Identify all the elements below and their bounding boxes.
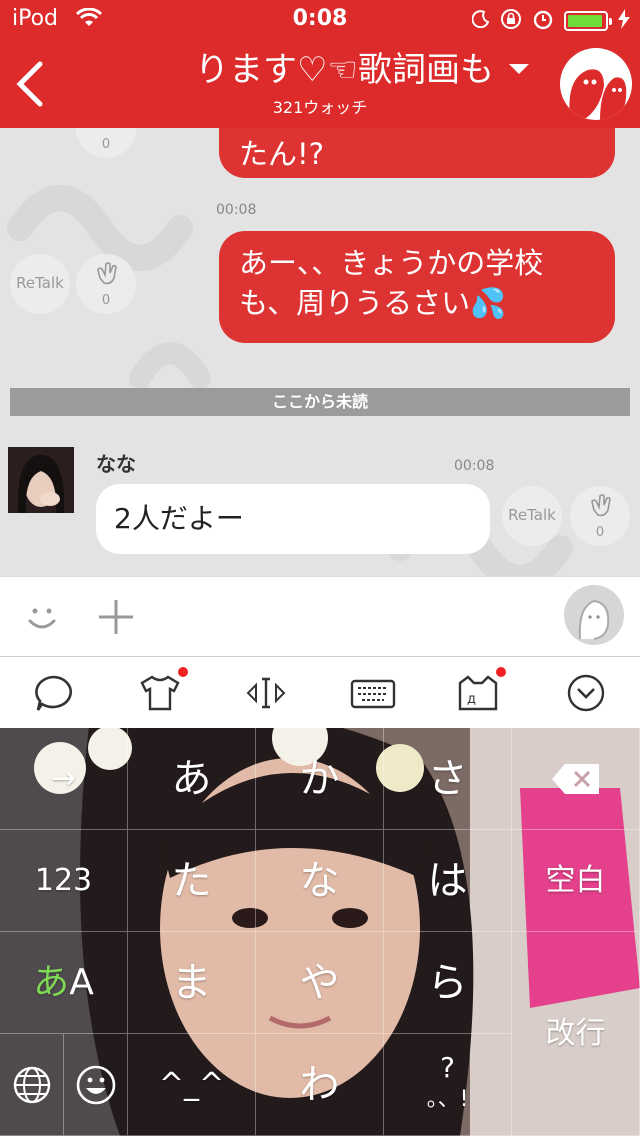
retalk-button[interactable]: ReTalk (10, 254, 70, 314)
key-na[interactable]: な (256, 830, 384, 932)
status-bar: iPod 0:08 (0, 0, 640, 40)
key-sa[interactable]: さ (384, 728, 512, 830)
clap-reaction[interactable]: 0 (76, 254, 136, 314)
cat-face-icon[interactable]: д (456, 667, 506, 713)
globe-icon (13, 1066, 50, 1104)
numbers-key[interactable]: 123 (0, 830, 128, 932)
header: iPod 0:08 ります♡☜歌詞画も 321ウォッチ (0, 0, 640, 128)
status-right (471, 8, 630, 34)
keyboard-icon[interactable] (350, 673, 396, 713)
key-ma[interactable]: ま (128, 932, 256, 1034)
chevron-left-icon (16, 61, 43, 107)
keyboard: → あ か さ 123 た な は 空白 あA ま や ら 改行 ^_^ わ ?… (0, 728, 640, 1136)
message-time: 00:08 (216, 202, 257, 218)
notification-dot (496, 667, 506, 677)
nav-title[interactable]: ります♡☜歌詞画も (140, 48, 490, 92)
message-text: たん!? (239, 137, 325, 171)
clap-count: 0 (101, 293, 111, 308)
key-ta[interactable]: た (128, 830, 256, 932)
notification-dot (178, 667, 188, 677)
alarm-icon (532, 8, 554, 34)
message-time: 00:08 (454, 458, 495, 474)
back-button[interactable] (12, 58, 48, 110)
arrow-key[interactable]: → (0, 728, 128, 830)
backspace-icon (551, 764, 599, 794)
sender-name: なな (96, 452, 136, 476)
key-ha[interactable]: は (384, 830, 512, 932)
channel-avatar[interactable] (560, 48, 632, 120)
chevron-down-circle-icon[interactable] (564, 673, 608, 713)
battery-fill (568, 15, 602, 27)
emoji-key[interactable] (64, 1034, 128, 1136)
rotation-lock-icon (500, 8, 522, 34)
key-ra[interactable]: ら (384, 932, 512, 1034)
incoming-message[interactable]: 2人だよー (96, 484, 490, 554)
message-text: 2人だよー (114, 502, 244, 535)
input-bar (0, 576, 640, 657)
clap-reaction[interactable]: 0 (570, 486, 630, 546)
plus-icon[interactable] (96, 597, 136, 641)
space-key[interactable]: 空白 (512, 830, 640, 932)
key-wa[interactable]: わ (256, 1034, 384, 1136)
globe-key[interactable] (0, 1034, 64, 1136)
key-a[interactable]: あ (128, 728, 256, 830)
unread-divider: ここから未読 (10, 388, 630, 416)
cursor-move-icon[interactable] (244, 673, 288, 713)
punctuation-key[interactable]: ? 。、! (384, 1034, 512, 1136)
key-ya[interactable]: や (256, 932, 384, 1034)
charging-icon (618, 9, 630, 33)
clap-count: 0 (595, 525, 605, 540)
chevron-down-icon[interactable] (509, 64, 529, 74)
delete-key[interactable] (512, 728, 640, 830)
input-mode-key[interactable]: あA (0, 932, 128, 1034)
outgoing-message[interactable]: あー、、きょうかの学校も、周りうるさい💦 (219, 231, 615, 343)
clap-icon (591, 494, 611, 517)
speech-bubble-icon[interactable] (32, 673, 76, 713)
battery-icon (564, 11, 612, 31)
retalk-button[interactable]: ReTalk (502, 486, 562, 546)
chat-area[interactable]: 0 たん!? 00:08 ReTalk 0 あー、、きょうかの学校も、周りうるさ… (0, 128, 640, 576)
smiley-icon (76, 1065, 115, 1105)
outgoing-message[interactable]: たん!? (219, 128, 615, 178)
clap-count: 0 (101, 137, 111, 152)
emoticon-key[interactable]: ^_^ (128, 1034, 256, 1136)
stamp-icon[interactable] (564, 585, 624, 645)
moon-icon (471, 10, 490, 32)
tshirt-icon[interactable] (138, 667, 188, 713)
svg-text:д: д (467, 692, 476, 707)
key-ka[interactable]: か (256, 728, 384, 830)
keyboard-toolbar: д (0, 656, 640, 730)
enter-key[interactable]: 改行 (512, 932, 640, 1136)
message-text: あー、、きょうかの学校も、周りうるさい💦 (239, 246, 544, 320)
smile-icon[interactable] (22, 597, 62, 641)
avatar[interactable] (8, 447, 74, 513)
nav-subtitle: 321ウォッチ (272, 98, 368, 117)
clap-icon (97, 262, 117, 285)
